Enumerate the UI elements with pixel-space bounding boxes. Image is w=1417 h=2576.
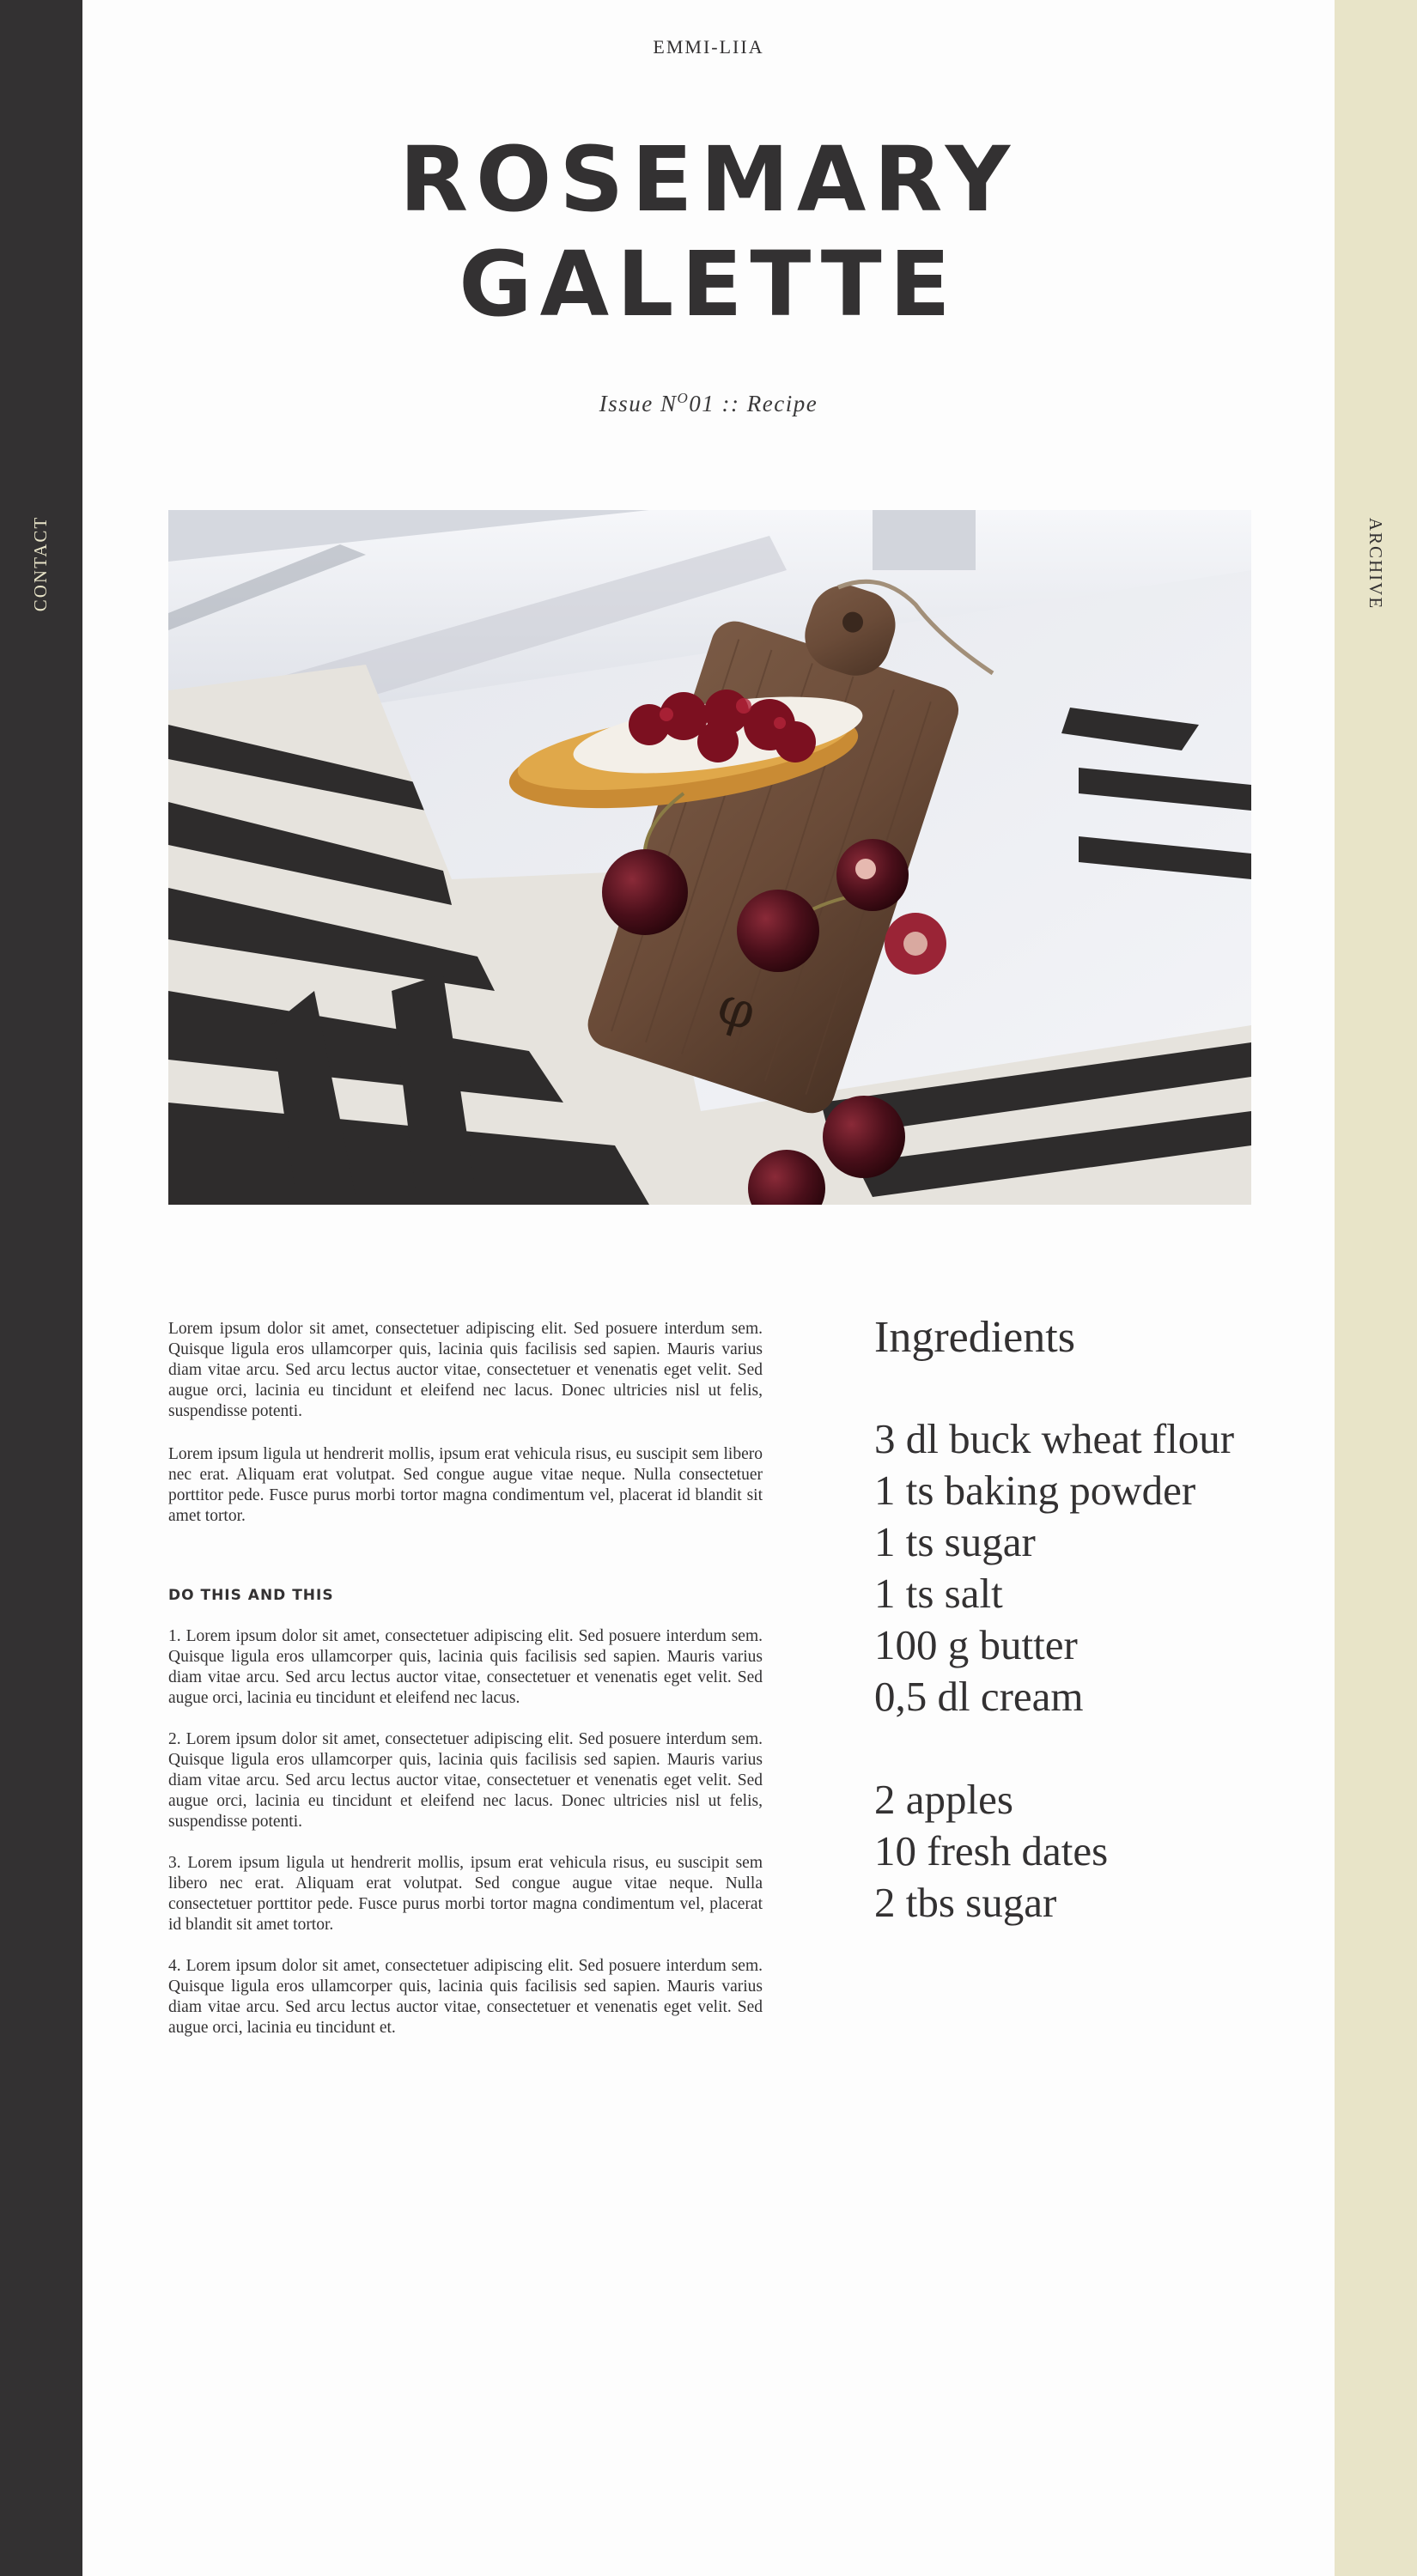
ingredient-item: 3 dl buck wheat flour	[874, 1415, 1235, 1462]
article-body: Lorem ipsum dolor sit amet, consectetuer…	[168, 1319, 763, 2059]
intro-paragraph: Lorem ipsum ligula ut hendrerit mollis, …	[168, 1445, 763, 1525]
issue-suffix: 01 :: Recipe	[689, 391, 818, 416]
issue-superscript: O	[677, 390, 690, 406]
archive-link[interactable]: ARCHIVE	[1335, 512, 1417, 615]
steps-list: 1. Lorem ipsum dolor sit amet, consectet…	[168, 1626, 763, 2038]
issue-subtitle: Issue NO01 :: Recipe	[82, 390, 1335, 417]
left-sidebar	[0, 0, 82, 2576]
ingredient-item: 1 ts sugar	[874, 1518, 1036, 1565]
intro-paragraph: Lorem ipsum dolor sit amet, consectetuer…	[168, 1320, 763, 1420]
contact-link[interactable]: CONTACT	[0, 512, 82, 615]
step-item: 3. Lorem ipsum ligula ut hendrerit molli…	[168, 1854, 763, 1934]
right-sidebar	[1335, 0, 1417, 2576]
ingredient-item: 2 apples	[874, 1776, 1013, 1823]
page: CONTACT ARCHIVE EMMI-LIIA ROSEMARY GALET…	[0, 0, 1417, 2576]
brand-logo-link[interactable]: EMMI-LIIA	[82, 36, 1335, 58]
step-item: 2. Lorem ipsum dolor sit amet, consectet…	[168, 1730, 763, 1831]
issue-prefix: Issue N	[599, 391, 678, 416]
ingredient-group: 3 dl buck wheat flour 1 ts baking powder…	[874, 1413, 1321, 1722]
photo-toast-cherries-cutting-board-icon: φ	[168, 510, 1251, 1205]
ingredient-item: 2 tbs sugar	[874, 1879, 1057, 1926]
steps-heading: DO THIS AND THIS	[168, 1587, 334, 1604]
ingredient-group: 2 apples 10 fresh dates 2 tbs sugar	[874, 1774, 1321, 1929]
step-item: 1. Lorem ipsum dolor sit amet, consectet…	[168, 1627, 763, 1707]
ingredient-item: 100 g butter	[874, 1621, 1078, 1668]
page-title: ROSEMARY GALETTE	[82, 127, 1335, 337]
contact-label: CONTACT	[30, 515, 52, 611]
archive-label: ARCHIVE	[1365, 517, 1387, 610]
ingredients-panel: Ingredients 3 dl buck wheat flour 1 ts b…	[874, 1312, 1321, 1980]
ingredient-item: 1 ts baking powder	[874, 1467, 1196, 1514]
ingredient-item: 0,5 dl cream	[874, 1673, 1084, 1720]
ingredient-item: 10 fresh dates	[874, 1827, 1109, 1874]
title-line: GALETTE	[459, 232, 958, 337]
ingredient-item: 1 ts salt	[874, 1570, 1003, 1617]
step-item: 4. Lorem ipsum dolor sit amet, consectet…	[168, 1957, 763, 2037]
ingredients-heading: Ingredients	[874, 1313, 1075, 1362]
title-line: ROSEMARY	[398, 127, 1019, 232]
hero-photo: φ	[168, 510, 1251, 1205]
